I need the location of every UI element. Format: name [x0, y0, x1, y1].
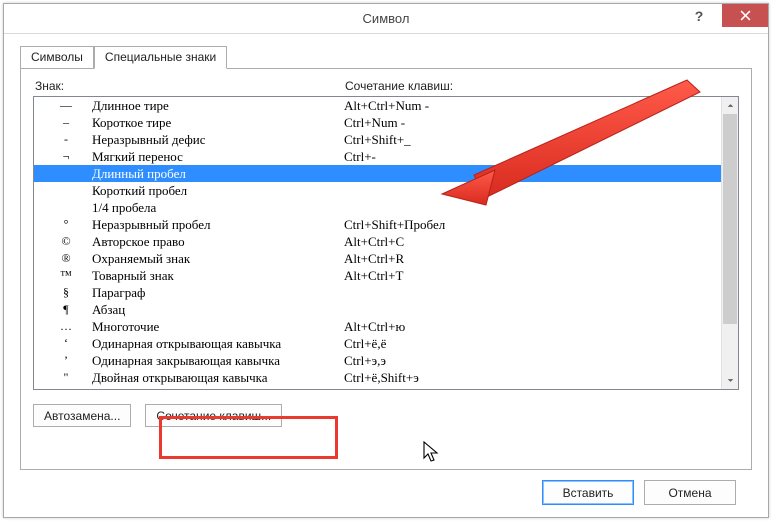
symbol-name: Короткий пробел	[92, 183, 344, 199]
symbol-shortcut: Ctrl+ё,ё	[344, 336, 721, 352]
symbol-glyph: ®	[40, 251, 92, 266]
client-area: Символы Специальные знаки Знак: Сочетани…	[4, 34, 768, 517]
cancel-button[interactable]: Отмена	[644, 480, 736, 505]
symbol-name: Двойная открывающая кавычка	[92, 370, 344, 386]
symbol-name: Одинарная открывающая кавычка	[92, 336, 344, 352]
symbol-glyph: ¶	[40, 302, 92, 317]
symbol-name: Параграф	[92, 285, 344, 301]
list-item[interactable]: ¶Абзац	[34, 301, 721, 318]
symbol-name: 1/4 пробела	[92, 200, 344, 216]
symbol-name: Одинарная закрывающая кавычка	[92, 353, 344, 369]
symbol-name: Длинное тире	[92, 98, 344, 114]
scroll-up-button[interactable]	[722, 97, 738, 114]
symbol-name: Многоточие	[92, 319, 344, 335]
panel-buttons: Автозамена... Сочетание клавиш...	[33, 404, 739, 427]
list-item[interactable]: ‘Одинарная открывающая кавычкаCtrl+ё,ё	[34, 335, 721, 352]
symbol-glyph: ‘	[40, 336, 92, 351]
symbol-name: Абзац	[92, 302, 344, 318]
scrollbar-track[interactable]	[722, 114, 738, 372]
symbol-shortcut: Ctrl+ё,Shift+э	[344, 370, 721, 386]
close-button[interactable]	[722, 4, 768, 27]
list-item[interactable]: Короткий пробел	[34, 182, 721, 199]
symbol-glyph: §	[40, 285, 92, 300]
list-item[interactable]: 1/4 пробела	[34, 199, 721, 216]
titlebar: Символ ?	[4, 4, 768, 34]
list-item[interactable]: ’Одинарная закрывающая кавычкаCtrl+э,э	[34, 352, 721, 369]
list-item[interactable]: §Параграф	[34, 284, 721, 301]
symbol-glyph: ¬	[40, 149, 92, 164]
chevron-up-icon	[727, 102, 734, 109]
window-title: Символ	[4, 11, 768, 26]
symbol-glyph: °	[40, 217, 92, 232]
symbol-shortcut: Alt+Ctrl+R	[344, 251, 721, 267]
insert-button[interactable]: Вставить	[542, 480, 634, 505]
shortcut-key-button[interactable]: Сочетание клавиш...	[145, 404, 282, 427]
symbol-shortcut: Ctrl+Num -	[344, 115, 721, 131]
list-item[interactable]: ¬Мягкий переносCtrl+-	[34, 148, 721, 165]
autocorrect-button[interactable]: Автозамена...	[33, 404, 131, 427]
symbol-name: Короткое тире	[92, 115, 344, 131]
symbol-name: Авторское право	[92, 234, 344, 250]
symbol-name: Товарный знак	[92, 268, 344, 284]
symbol-shortcut: Ctrl+Shift+Пробел	[344, 217, 721, 233]
list-item[interactable]: Длинный пробел	[34, 165, 721, 182]
scrollbar-vertical[interactable]	[721, 97, 738, 389]
scrollbar-thumb[interactable]	[723, 114, 737, 324]
list-item[interactable]: …МноготочиеAlt+Ctrl+ю	[34, 318, 721, 335]
symbol-shortcut: Alt+Ctrl+ю	[344, 319, 721, 335]
symbol-glyph: ™	[40, 268, 92, 283]
list-item[interactable]: –Короткое тиреCtrl+Num -	[34, 114, 721, 131]
tab-special-chars[interactable]: Специальные знаки	[94, 46, 227, 69]
symbol-shortcut: Alt+Ctrl+T	[344, 268, 721, 284]
symbol-shortcut: Ctrl+Shift+_	[344, 132, 721, 148]
list-item[interactable]: ™Товарный знакAlt+Ctrl+T	[34, 267, 721, 284]
list-item[interactable]: "Двойная открывающая кавычкаCtrl+ё,Shift…	[34, 369, 721, 386]
list-body[interactable]: —Длинное тиреAlt+Ctrl+Num -–Короткое тир…	[34, 97, 721, 389]
tab-symbols[interactable]: Символы	[20, 46, 94, 69]
symbol-glyph: -	[40, 132, 92, 147]
symbol-name: Длинный пробел	[92, 166, 344, 182]
symbol-shortcut: Alt+Ctrl+Num -	[344, 98, 721, 114]
symbol-shortcut: Ctrl+э,э	[344, 353, 721, 369]
symbol-glyph: "	[40, 370, 92, 385]
close-icon	[740, 10, 751, 21]
list-item[interactable]: ©Авторское правоAlt+Ctrl+C	[34, 233, 721, 250]
symbol-glyph: –	[40, 115, 92, 130]
list-item[interactable]: ®Охраняемый знакAlt+Ctrl+R	[34, 250, 721, 267]
symbol-glyph: …	[40, 319, 92, 334]
list-item[interactable]: —Длинное тиреAlt+Ctrl+Num -	[34, 97, 721, 114]
help-button[interactable]: ?	[676, 4, 722, 27]
symbol-name: Неразрывный дефис	[92, 132, 344, 148]
header-keys: Сочетание клавиш:	[345, 79, 737, 93]
header-sign: Знак:	[35, 79, 345, 93]
list-item[interactable]: °Неразрывный пробелCtrl+Shift+Пробел	[34, 216, 721, 233]
symbol-glyph: ’	[40, 353, 92, 368]
symbol-glyph: ©	[40, 234, 92, 249]
tab-strip: Символы Специальные знаки	[20, 44, 752, 68]
symbol-name: Мягкий перенос	[92, 149, 344, 165]
symbol-glyph: —	[40, 98, 92, 113]
scroll-down-button[interactable]	[722, 372, 738, 389]
special-chars-list: —Длинное тиреAlt+Ctrl+Num -–Короткое тир…	[33, 96, 739, 390]
window-buttons: ?	[676, 4, 768, 34]
symbol-dialog: Символ ? Символы Специальные знаки Знак:…	[3, 3, 769, 518]
column-headers: Знак: Сочетание клавиш:	[33, 79, 739, 93]
tab-panel: Знак: Сочетание клавиш: —Длинное тиреAlt…	[20, 68, 752, 470]
symbol-name: Неразрывный пробел	[92, 217, 344, 233]
dialog-buttons: Вставить Отмена	[20, 470, 752, 505]
symbol-shortcut: Alt+Ctrl+C	[344, 234, 721, 250]
symbol-name: Охраняемый знак	[92, 251, 344, 267]
list-item[interactable]: -Неразрывный дефисCtrl+Shift+_	[34, 131, 721, 148]
chevron-down-icon	[727, 377, 734, 384]
symbol-shortcut: Ctrl+-	[344, 149, 721, 165]
